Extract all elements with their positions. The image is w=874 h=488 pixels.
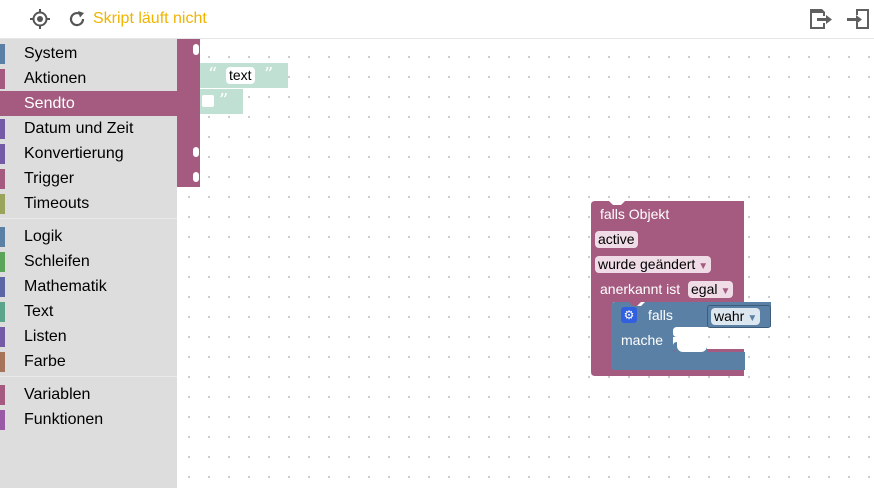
close-quote: ”: [219, 90, 229, 111]
text-value-field[interactable]: text: [226, 67, 255, 84]
category-label: Text: [24, 303, 54, 320]
category-label: System: [24, 45, 78, 62]
if-block[interactable]: ⚙ falls wahr ▼ mache: [611, 302, 771, 370]
category-system[interactable]: System: [0, 41, 177, 66]
mache-label: mache: [621, 332, 664, 348]
chevron-down-icon: ▼: [720, 286, 731, 297]
category-label: Timeouts: [24, 195, 90, 212]
open-quote: “: [208, 64, 218, 85]
category-trigger[interactable]: Trigger: [0, 166, 177, 191]
category-label: Farbe: [24, 353, 66, 370]
condition-dropdown[interactable]: wurde geändert ▼: [595, 256, 712, 273]
category-sendto[interactable]: Sendto: [0, 91, 177, 116]
category-funktionen[interactable]: Funktionen: [0, 407, 177, 432]
falls-label: falls: [648, 307, 673, 323]
sendto-flyout[interactable]: [177, 39, 200, 187]
category-logik[interactable]: Logik: [0, 224, 177, 249]
category-mathematik[interactable]: Mathematik: [0, 274, 177, 299]
empty-field[interactable]: [202, 95, 214, 107]
category-label: Funktionen: [24, 411, 104, 428]
import-icon[interactable]: [845, 8, 871, 30]
category-label: Sendto: [24, 95, 75, 112]
category-schleifen[interactable]: Schleifen: [0, 249, 177, 274]
condition-dropdown[interactable]: wahr ▼: [711, 308, 761, 325]
category-label: Konvertierung: [24, 145, 124, 162]
category-listen[interactable]: Listen: [0, 324, 177, 349]
object-id-field[interactable]: active: [595, 231, 638, 248]
empty-text-block[interactable]: ”: [200, 89, 243, 114]
category-label: Aktionen: [24, 70, 87, 87]
export-icon[interactable]: [808, 8, 834, 30]
close-quote: ”: [264, 64, 274, 85]
ack-dropdown[interactable]: egal ▼: [688, 281, 734, 298]
category-label: Trigger: [24, 170, 75, 187]
refresh-icon[interactable]: [66, 8, 88, 30]
text-block[interactable]: “ text ”: [200, 63, 288, 88]
toolbar: Skript läuft nicht: [0, 0, 874, 39]
toolbox: System Aktionen Sendto Datum und Zeit Ko…: [0, 39, 177, 488]
toolbox-separator: [0, 376, 177, 377]
category-label: Schleifen: [24, 253, 90, 270]
category-aktionen[interactable]: Aktionen: [0, 66, 177, 91]
category-konvertierung[interactable]: Konvertierung: [0, 141, 177, 166]
gear-icon[interactable]: ⚙: [621, 307, 637, 323]
category-label: Listen: [24, 328, 67, 345]
ack-label: anerkannt ist: [600, 281, 681, 297]
category-datum-und-zeit[interactable]: Datum und Zeit: [0, 116, 177, 141]
category-label: Datum und Zeit: [24, 120, 134, 137]
trigger-header: falls Objekt: [600, 206, 670, 222]
toolbox-separator: [0, 218, 177, 219]
category-variablen[interactable]: Variablen: [0, 382, 177, 407]
category-label: Logik: [24, 228, 63, 245]
category-text[interactable]: Text: [0, 299, 177, 324]
category-label: Mathematik: [24, 278, 107, 295]
blockly-workspace[interactable]: [177, 39, 874, 488]
category-farbe[interactable]: Farbe: [0, 349, 177, 374]
target-icon[interactable]: [29, 8, 51, 30]
category-label: Variablen: [24, 386, 91, 403]
script-status-text: Skript läuft nicht: [93, 10, 207, 27]
category-timeouts[interactable]: Timeouts: [0, 191, 177, 216]
chevron-down-icon: ▼: [698, 261, 709, 272]
chevron-down-icon: ▼: [747, 313, 758, 324]
